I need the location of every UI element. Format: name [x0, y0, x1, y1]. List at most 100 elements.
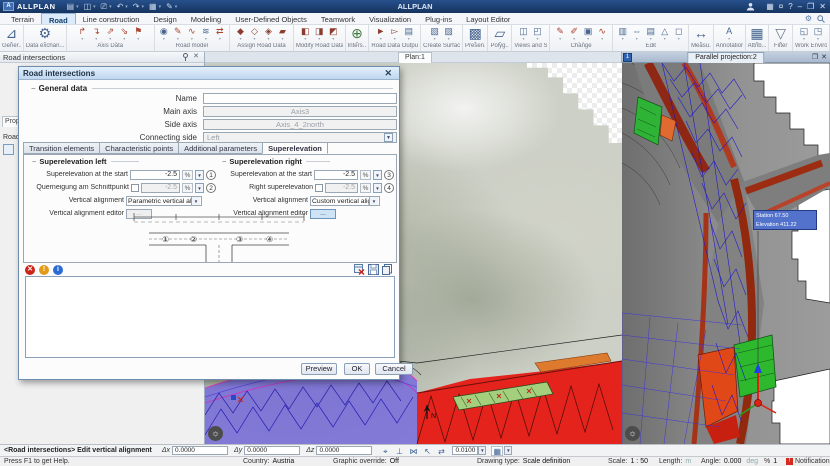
dropdown-icon[interactable]: ▾ — [803, 37, 805, 41]
dropdown-icon[interactable]: ▾ — [817, 37, 819, 41]
copy-list-icon[interactable] — [382, 264, 393, 275]
dropdown-icon[interactable]: ▾ — [281, 37, 283, 41]
modify-1-icon[interactable]: ◧▾ — [299, 26, 312, 41]
road-curve-icon[interactable]: ∿▾ — [185, 26, 198, 41]
ok-button[interactable]: OK — [344, 363, 370, 375]
spline-icon[interactable]: ∿▾ — [596, 26, 609, 41]
sections-icon[interactable]: ◰▾ — [531, 26, 544, 41]
help-icon[interactable]: ? — [788, 2, 792, 11]
dropdown-icon[interactable]: ▾ — [159, 4, 162, 10]
close-icon[interactable]: ✕ — [819, 2, 826, 11]
dropdown-icon[interactable]: ▾ — [380, 37, 382, 41]
dropdown-icon[interactable]: ▾ — [536, 37, 538, 41]
road-pen-icon[interactable]: ✎▾ — [171, 26, 184, 41]
vertical-alignment-select[interactable]: Parametric vertical alignment▼ — [126, 196, 202, 206]
dropdown-icon[interactable]: ▾ — [601, 37, 603, 41]
dialog-tab-transition-elements[interactable]: Transition elements — [23, 142, 99, 154]
user-account-icon[interactable] — [746, 2, 755, 11]
dropdown-icon[interactable]: ▾ — [109, 4, 112, 10]
intersections-icon[interactable]: ⊕▾ — [348, 26, 367, 43]
copy-elem-icon[interactable]: ▥▾ — [616, 26, 629, 41]
plan-tab[interactable]: Plan:1 — [398, 52, 432, 63]
info-filter-icon[interactable]: i — [53, 265, 63, 275]
plot-icon[interactable]: ⎚ — [100, 1, 108, 12]
search-icon[interactable] — [817, 15, 825, 23]
snap-distance-dropdown-icon[interactable]: ▼ — [478, 446, 486, 455]
dialog-tab-characteristic-points[interactable]: Characteristic points — [99, 142, 178, 154]
dropdown-icon[interactable]: ▾ — [137, 37, 139, 41]
coord-input-y[interactable]: 0.0000 — [244, 446, 300, 455]
output-1-icon[interactable]: ►▾ — [374, 26, 387, 41]
rotate-icon[interactable]: △▾ — [658, 26, 671, 41]
shop-icon[interactable]: ¤ — [779, 2, 783, 11]
abc-text-icon[interactable]: A▾ — [723, 26, 736, 41]
palette-close-icon[interactable]: ✕ — [191, 52, 201, 62]
undo-icon[interactable]: ↶ — [116, 1, 125, 12]
dropdown-icon[interactable]: ▼ — [195, 170, 204, 180]
dropdown-icon[interactable]: ▾ — [219, 37, 221, 41]
dialog-tab-additional-parameters[interactable]: Additional parameters — [178, 142, 262, 154]
dropdown-icon[interactable]: ▾ — [93, 4, 96, 10]
message-list[interactable] — [25, 276, 395, 358]
change-box-icon[interactable]: ▣▾ — [582, 26, 595, 41]
dropdown-icon[interactable]: ▾ — [177, 37, 179, 41]
delete-list-icon[interactable] — [354, 264, 365, 275]
dropdown-icon[interactable]: ▼ — [195, 183, 204, 193]
preview-button[interactable]: Preview — [301, 363, 337, 375]
minimize-icon[interactable]: – — [798, 2, 802, 11]
value-field[interactable]: -2.5 — [314, 170, 358, 180]
dropdown-icon[interactable]: ▼ — [384, 133, 393, 142]
errors-filter-icon[interactable]: ✕ — [25, 265, 35, 275]
presentation-icon[interactable]: ▩▾ — [465, 26, 485, 43]
dropdown-icon[interactable]: ▾ — [636, 37, 638, 41]
output-3-icon[interactable]: ▤▾ — [402, 26, 415, 41]
axis-flag-icon[interactable]: ⚑▾ — [132, 26, 145, 41]
checkbox[interactable] — [131, 184, 139, 192]
mirror-icon[interactable]: ⇔▾ — [630, 26, 643, 41]
axis-down-icon[interactable]: ⇘▾ — [118, 26, 131, 41]
parallel-projection-canvas[interactable]: Station 67.50 Elevation 411.22 ☼ — [622, 63, 830, 444]
dropdown-icon[interactable]: ▾ — [664, 37, 666, 41]
views-icon[interactable]: ◫▾ — [517, 26, 530, 41]
palette-tool-icon[interactable] — [3, 144, 14, 155]
output-2-icon[interactable]: ▻▾ — [388, 26, 401, 41]
attributes-icon[interactable]: ▦▾ — [748, 26, 767, 43]
dropdown-icon[interactable]: ▾ — [559, 37, 561, 41]
cursor-snap-icon[interactable]: ↖ — [421, 446, 433, 456]
open-icon[interactable]: ▤ — [66, 1, 76, 12]
workenv-2-icon[interactable]: ◳▾ — [812, 26, 825, 41]
redo-icon[interactable]: ↷ — [132, 1, 141, 12]
ribbon-tab-modeling[interactable]: Modeling — [184, 13, 228, 24]
coord-input-z[interactable]: 0.0000 — [316, 446, 372, 455]
dropdown-icon[interactable]: ▾ — [678, 37, 680, 41]
ribbon-tab-user-defined-objects[interactable]: User-Defined Objects — [228, 13, 314, 24]
dropdown-icon[interactable]: ▾ — [448, 37, 450, 41]
save-icon[interactable]: ◫ — [83, 1, 93, 12]
ribbon-tab-terrain[interactable]: Terrain — [4, 13, 41, 24]
axis-edit-icon[interactable]: ↴▾ — [90, 26, 103, 41]
dropdown-icon[interactable]: ▾ — [76, 4, 79, 10]
dropdown-icon[interactable]: ▾ — [304, 37, 306, 41]
array-icon[interactable]: ▤▾ — [644, 26, 657, 41]
ribbon-tab-plug-ins[interactable]: Plug-ins — [418, 13, 459, 24]
modify-3-icon[interactable]: ◩▾ — [327, 26, 340, 41]
dropdown-icon[interactable]: ▾ — [332, 37, 334, 41]
dropdown-icon[interactable]: ▾ — [175, 4, 178, 10]
grid-snap-icon[interactable]: ▦ — [491, 446, 503, 456]
dropdown-icon[interactable]: ▾ — [239, 37, 241, 41]
dropdown-icon[interactable]: ▾ — [622, 37, 624, 41]
dropdown-icon[interactable]: ▼ — [373, 170, 382, 180]
dropdown-icon[interactable]: ▼ — [191, 197, 200, 205]
coord-input-x[interactable]: 0.0000 — [172, 446, 228, 455]
dropdown-icon[interactable]: ▾ — [205, 37, 207, 41]
dropdown-icon[interactable]: ▾ — [408, 37, 410, 41]
dropdown-icon[interactable]: ▼ — [373, 183, 382, 193]
ribbon-tab-road[interactable]: Road — [41, 13, 76, 24]
vertical-alignment-select[interactable]: Custom vertical alignment▼ — [310, 196, 380, 206]
apps-grid-icon[interactable]: ▦ — [766, 2, 774, 11]
notifications-button[interactable]: ! Notifications — [786, 458, 830, 465]
gear-icon[interactable]: ⚙ — [805, 14, 812, 23]
assign-3-icon[interactable]: ◈▾ — [262, 26, 275, 41]
cancel-button[interactable]: Cancel — [375, 363, 413, 375]
checkbox[interactable] — [315, 184, 323, 192]
